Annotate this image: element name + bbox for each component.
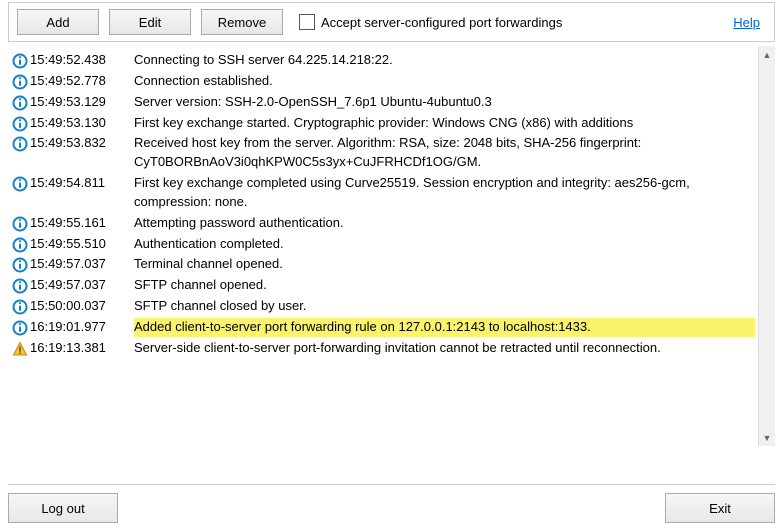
- help-link[interactable]: Help: [733, 15, 760, 30]
- log-timestamp: 15:49:53.130: [30, 114, 134, 133]
- log-message: SFTP channel closed by user.: [134, 297, 755, 316]
- log-message: Attempting password authentication.: [134, 214, 755, 233]
- bottom-toolbar: Log out Exit: [8, 484, 775, 523]
- log-row[interactable]: 16:19:01.977Added client-to-server port …: [10, 317, 755, 338]
- log-timestamp: 15:49:52.438: [30, 51, 134, 70]
- log-message: Terminal channel opened.: [134, 255, 755, 274]
- info-icon: [10, 276, 30, 294]
- remove-button[interactable]: Remove: [201, 9, 283, 35]
- log-row[interactable]: 15:49:53.832Received host key from the s…: [10, 133, 755, 173]
- add-button[interactable]: Add: [17, 9, 99, 35]
- svg-text:!: !: [18, 345, 22, 357]
- log-row[interactable]: 15:50:00.037SFTP channel closed by user.: [10, 296, 755, 317]
- top-toolbar: Add Edit Remove Accept server-configured…: [8, 2, 775, 42]
- log-timestamp: 15:49:54.811: [30, 174, 134, 193]
- log-timestamp: 15:50:00.037: [30, 297, 134, 316]
- info-icon: [10, 93, 30, 111]
- log-panel: 15:49:52.438Connecting to SSH server 64.…: [8, 46, 775, 446]
- info-icon: [10, 255, 30, 273]
- log-timestamp: 15:49:53.129: [30, 93, 134, 112]
- log-message: SFTP channel opened.: [134, 276, 755, 295]
- info-icon: [10, 174, 30, 192]
- log-row[interactable]: 15:49:52.438Connecting to SSH server 64.…: [10, 50, 755, 71]
- edit-button[interactable]: Edit: [109, 9, 191, 35]
- vertical-scrollbar[interactable]: ▲ ▼: [758, 46, 775, 446]
- log-message: Connection established.: [134, 72, 755, 91]
- log-row[interactable]: 15:49:54.811First key exchange completed…: [10, 173, 755, 213]
- log-message: Server version: SSH-2.0-OpenSSH_7.6p1 Ub…: [134, 93, 755, 112]
- log-timestamp: 15:49:52.778: [30, 72, 134, 91]
- log-message: First key exchange completed using Curve…: [134, 174, 755, 212]
- log-timestamp: 15:49:57.037: [30, 255, 134, 274]
- log-row[interactable]: 15:49:53.129Server version: SSH-2.0-Open…: [10, 92, 755, 113]
- log-row[interactable]: 15:49:53.130First key exchange started. …: [10, 113, 755, 134]
- log-row[interactable]: 15:49:55.510Authentication completed.: [10, 234, 755, 255]
- info-icon: [10, 72, 30, 90]
- log-message: First key exchange started. Cryptographi…: [134, 114, 755, 133]
- checkbox-icon: [299, 14, 315, 30]
- accept-forwardings-label: Accept server-configured port forwarding…: [321, 15, 562, 30]
- info-icon: [10, 51, 30, 69]
- log-row[interactable]: 15:49:52.778Connection established.: [10, 71, 755, 92]
- log-timestamp: 16:19:13.381: [30, 339, 134, 358]
- accept-forwardings-checkbox[interactable]: Accept server-configured port forwarding…: [299, 14, 562, 30]
- log-message: Received host key from the server. Algor…: [134, 134, 755, 172]
- log-timestamp: 16:19:01.977: [30, 318, 134, 337]
- exit-button[interactable]: Exit: [665, 493, 775, 523]
- warning-icon: !: [10, 339, 30, 357]
- info-icon: [10, 114, 30, 132]
- log-row[interactable]: 15:49:57.037Terminal channel opened.: [10, 254, 755, 275]
- info-icon: [10, 297, 30, 315]
- info-icon: [10, 214, 30, 232]
- log-message: Authentication completed.: [134, 235, 755, 254]
- info-icon: [10, 134, 30, 152]
- log-row[interactable]: 15:49:57.037SFTP channel opened.: [10, 275, 755, 296]
- info-icon: [10, 318, 30, 336]
- log-timestamp: 15:49:55.161: [30, 214, 134, 233]
- log-message: Connecting to SSH server 64.225.14.218:2…: [134, 51, 755, 70]
- log-message: Added client-to-server port forwarding r…: [134, 318, 755, 337]
- log-row[interactable]: ! 16:19:13.381Server-side client-to-serve…: [10, 338, 755, 359]
- scroll-down-icon[interactable]: ▼: [760, 429, 775, 446]
- log-timestamp: 15:49:55.510: [30, 235, 134, 254]
- info-icon: [10, 235, 30, 253]
- logout-button[interactable]: Log out: [8, 493, 118, 523]
- log-message: Server-side client-to-server port-forwar…: [134, 339, 755, 358]
- log-row[interactable]: 15:49:55.161Attempting password authenti…: [10, 213, 755, 234]
- scroll-up-icon[interactable]: ▲: [760, 46, 775, 63]
- log-timestamp: 15:49:53.832: [30, 134, 134, 153]
- log-timestamp: 15:49:57.037: [30, 276, 134, 295]
